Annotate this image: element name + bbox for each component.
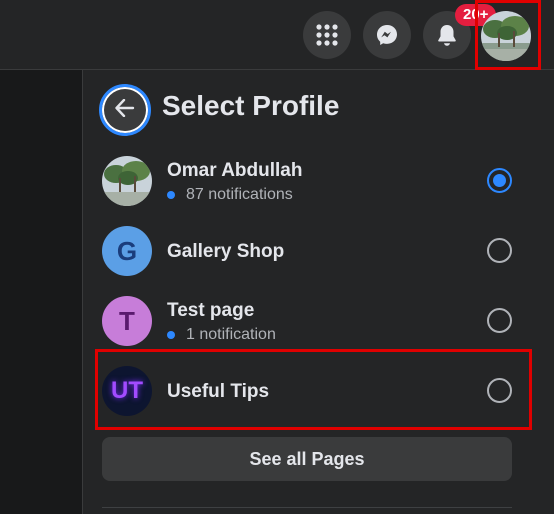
radio-unselected[interactable] [487, 378, 512, 403]
radio-selected[interactable] [487, 168, 512, 193]
profile-name: Useful Tips [167, 381, 270, 402]
bell-icon [436, 23, 458, 47]
avatar-letter: T [119, 305, 135, 336]
profile-name: Omar Abdullah [167, 160, 303, 181]
profile-name: Test page [167, 300, 255, 321]
see-all-pages-button[interactable]: See all Pages [102, 437, 512, 481]
messenger-button[interactable] [363, 11, 411, 59]
back-button[interactable] [99, 84, 151, 136]
unread-dot [167, 191, 175, 199]
menu-button[interactable] [303, 11, 351, 59]
background-area [0, 71, 82, 514]
radio-unselected[interactable] [487, 308, 512, 333]
avatar-letter: G [116, 235, 138, 266]
account-avatar [481, 11, 531, 61]
menu-grid-icon [316, 24, 338, 46]
profile-notifications: 87 notifications [167, 186, 293, 204]
profile-avatar [102, 156, 152, 206]
notification-count-text: 1 notification [186, 326, 276, 343]
messenger-icon [375, 23, 399, 47]
profile-item-test-page[interactable]: T Test page 1 notification [92, 287, 526, 355]
avatar-letter: UT [111, 377, 143, 404]
profile-notifications: 1 notification [167, 326, 276, 344]
profile-name: Gallery Shop [167, 241, 285, 262]
profile-avatar: T [102, 296, 152, 346]
radio-unselected[interactable] [487, 238, 512, 263]
profile-avatar: G [102, 226, 152, 276]
divider [102, 507, 512, 508]
profile-avatar: UT [102, 366, 152, 416]
notification-count-text: 87 notifications [186, 186, 293, 203]
profile-item-useful-tips[interactable]: UT Useful Tips [92, 357, 526, 425]
profile-item-omar-abdullah[interactable]: Omar Abdullah 87 notifications [92, 147, 526, 215]
panel-title: Select Profile [162, 90, 340, 121]
profile-item-gallery-shop[interactable]: G Gallery Shop [92, 217, 526, 285]
account-avatar-button[interactable] [481, 11, 531, 61]
arrow-left-icon [115, 98, 135, 122]
unread-dot [167, 331, 175, 339]
top-navigation-bar: 20+ [0, 0, 554, 70]
